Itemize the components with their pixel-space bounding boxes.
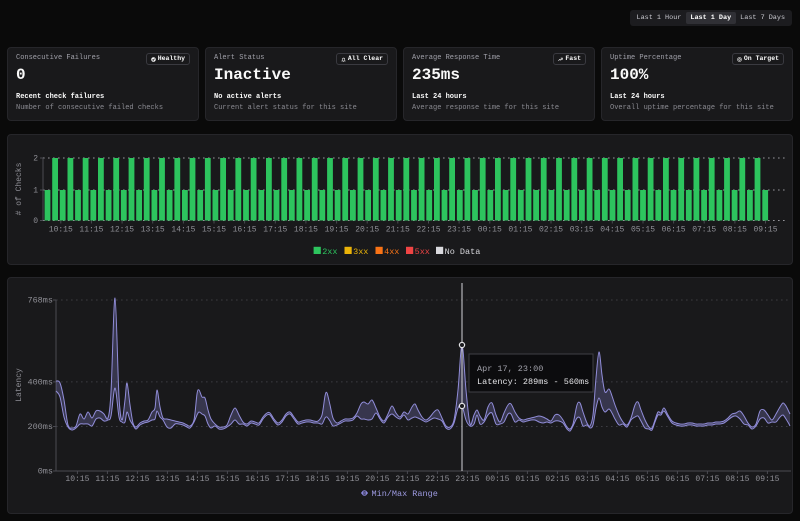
svg-text:08:15: 08:15 [725,475,749,484]
svg-text:2xx: 2xx [322,247,337,257]
svg-text:03:15: 03:15 [570,226,594,235]
svg-text:Latency: 289ms - 560ms: Latency: 289ms - 560ms [477,377,589,387]
svg-text:05:15: 05:15 [635,475,659,484]
svg-text:16:15: 16:15 [245,475,269,484]
svg-text:23:15: 23:15 [447,226,471,235]
svg-text:Latency: Latency [15,368,24,402]
svg-text:21:15: 21:15 [386,226,410,235]
svg-text:2: 2 [33,155,38,164]
svg-text:15:15: 15:15 [215,475,239,484]
svg-text:13:15: 13:15 [155,475,179,484]
svg-text:20:15: 20:15 [355,226,379,235]
svg-text:No Data: No Data [445,247,481,257]
svg-text:06:15: 06:15 [665,475,689,484]
svg-text:21:15: 21:15 [395,475,419,484]
svg-text:0: 0 [33,217,38,226]
svg-text:768ms: 768ms [27,296,53,306]
svg-text:Apr 17, 23:00: Apr 17, 23:00 [477,364,543,374]
svg-text:17:15: 17:15 [275,475,299,484]
svg-text:19:15: 19:15 [325,226,349,235]
svg-text:04:15: 04:15 [600,226,624,235]
svg-text:19:15: 19:15 [335,475,359,484]
svg-text:# of Checks: # of Checks [15,162,24,215]
svg-text:05:15: 05:15 [631,226,655,235]
svg-text:22:15: 22:15 [425,475,449,484]
svg-text:01:15: 01:15 [508,226,532,235]
svg-text:400ms: 400ms [27,377,53,387]
svg-text:1: 1 [33,187,38,196]
svg-text:02:15: 02:15 [545,475,569,484]
svg-text:01:15: 01:15 [515,475,539,484]
svg-text:11:15: 11:15 [95,475,119,484]
svg-text:15:15: 15:15 [202,226,226,235]
svg-text:23:15: 23:15 [455,475,479,484]
svg-text:07:15: 07:15 [695,475,719,484]
svg-text:00:15: 00:15 [485,475,509,484]
svg-text:00:15: 00:15 [478,226,502,235]
svg-text:07:15: 07:15 [692,226,716,235]
svg-text:12:15: 12:15 [110,226,134,235]
svg-text:06:15: 06:15 [662,226,686,235]
svg-text:20:15: 20:15 [365,475,389,484]
svg-text:200ms: 200ms [27,422,53,432]
svg-text:22:15: 22:15 [416,226,440,235]
svg-text:Min/Max Range: Min/Max Range [372,489,438,499]
svg-text:17:15: 17:15 [263,226,287,235]
svg-text:09:15: 09:15 [755,475,779,484]
svg-text:18:15: 18:15 [294,226,318,235]
svg-text:14:15: 14:15 [185,475,209,484]
svg-text:4xx: 4xx [384,247,399,257]
svg-text:09:15: 09:15 [753,226,777,235]
svg-text:04:15: 04:15 [605,475,629,484]
svg-text:13:15: 13:15 [141,226,165,235]
svg-text:12:15: 12:15 [125,475,149,484]
svg-text:11:15: 11:15 [79,226,103,235]
svg-text:10:15: 10:15 [49,226,73,235]
svg-text:16:15: 16:15 [233,226,257,235]
svg-text:08:15: 08:15 [723,226,747,235]
svg-text:18:15: 18:15 [305,475,329,484]
svg-text:02:15: 02:15 [539,226,563,235]
svg-text:10:15: 10:15 [65,475,89,484]
svg-text:03:15: 03:15 [575,475,599,484]
svg-text:0ms: 0ms [38,467,53,477]
svg-text:3xx: 3xx [353,247,368,257]
svg-text:5xx: 5xx [415,247,430,257]
svg-text:14:15: 14:15 [171,226,195,235]
